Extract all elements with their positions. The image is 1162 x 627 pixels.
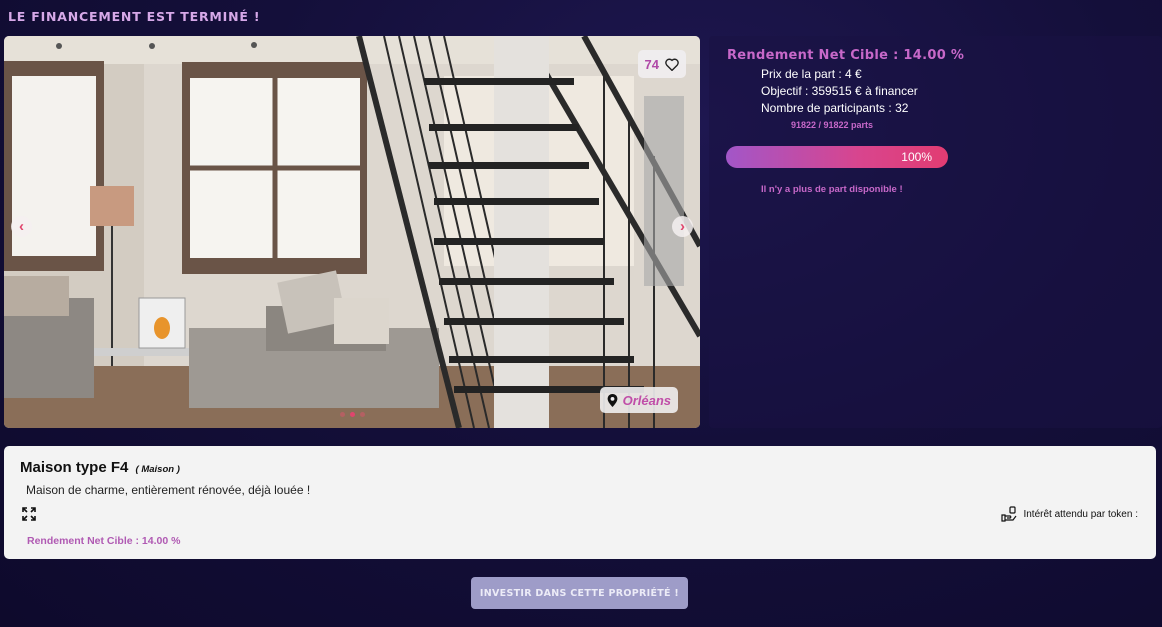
carousel-dot[interactable]	[340, 412, 345, 417]
carousel-prev-button[interactable]: ‹	[11, 216, 32, 237]
property-photo-carousel[interactable]: 74 ‹ › Orléans	[4, 36, 700, 428]
parts-sold: 91822 / 91822 parts	[791, 120, 874, 130]
property-name: Maison type F4	[20, 459, 129, 476]
funding-objective: Objectif : 359515 € à financer	[761, 84, 918, 98]
carousel-indicators[interactable]	[340, 412, 365, 417]
favorites-button[interactable]: 74	[637, 50, 686, 78]
property-description: Maison de charme, entièrement rénovée, d…	[26, 483, 311, 497]
location-label: Orléans	[622, 392, 671, 408]
property-title: Maison type F4 ( Maison )	[20, 459, 180, 476]
token-interest: Intérêt attendu par token :	[1001, 506, 1138, 522]
funding-status-banner: LE FINANCEMENT EST TERMINÉ !	[8, 9, 261, 24]
card-target-yield: Rendement Net Cible : 14.00 %	[27, 535, 181, 547]
property-description-card: Maison type F4 ( Maison ) Maison de char…	[4, 446, 1156, 559]
progress-label: 100%	[901, 150, 932, 164]
token-interest-label: Intérêt attendu par token :	[1023, 508, 1138, 520]
funding-summary-panel: Rendement Net Cible : 14.00 % Prix de la…	[709, 36, 1162, 428]
location-badge: Orléans	[599, 387, 678, 413]
carousel-next-button[interactable]: ›	[672, 216, 693, 237]
share-price: Prix de la part : 4 €	[761, 67, 862, 81]
property-type: ( Maison )	[135, 464, 180, 475]
map-pin-icon	[607, 393, 617, 407]
property-photo	[4, 36, 700, 428]
funding-progress-bar: 100%	[726, 146, 948, 168]
likes-count: 74	[644, 56, 659, 72]
heart-icon	[665, 58, 679, 71]
carousel-dot[interactable]	[360, 412, 365, 417]
sold-out-message: Il n'y a plus de part disponible !	[761, 184, 903, 195]
target-yield-title: Rendement Net Cible : 14.00 %	[727, 48, 965, 63]
invest-button[interactable]: INVESTIR DANS CETTE PROPRIÉTÉ !	[471, 577, 688, 609]
carousel-dot-active[interactable]	[350, 412, 355, 417]
participants-count: Nombre de participants : 32	[761, 101, 909, 115]
chevron-left-icon: ‹	[19, 218, 24, 235]
chevron-right-icon: ›	[680, 218, 685, 235]
expand-icon[interactable]	[22, 507, 36, 521]
hand-coin-icon	[1001, 506, 1017, 522]
